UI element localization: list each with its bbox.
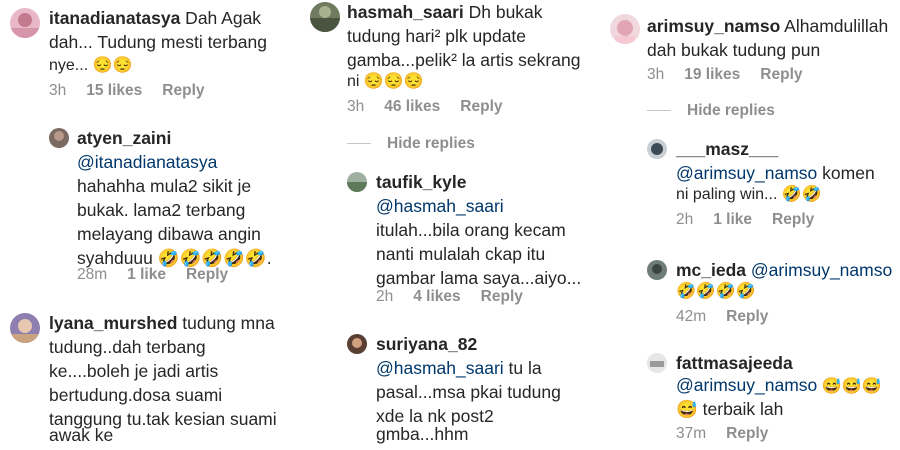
comment-text: arimsuy_namso Alhamdulillah <box>647 16 889 36</box>
timestamp: 28m <box>77 266 108 283</box>
likes-count[interactable]: 4 likes <box>413 288 460 305</box>
mention-link[interactable]: @itanadianatasya <box>77 150 217 175</box>
timestamp: 2h <box>376 288 394 305</box>
mention-link[interactable]: @hasmah_saari <box>376 358 504 378</box>
mention-link[interactable]: @arimsuy_namso <box>751 260 892 280</box>
username[interactable]: itanadianatasya <box>49 8 180 28</box>
comment-line: ni 😔😔😔 <box>347 73 424 90</box>
comment-line: 🤣🤣🤣🤣 <box>676 283 756 300</box>
comment-text: mc_ieda @arimsuy_namso <box>676 258 892 283</box>
timestamp: 3h <box>347 98 365 115</box>
timestamp: 2h <box>676 211 694 228</box>
avatar[interactable] <box>310 2 340 32</box>
comment-text: lyana_murshed tudung mna <box>49 313 275 333</box>
reply-button[interactable]: Reply <box>460 98 502 115</box>
avatar[interactable] <box>647 260 667 280</box>
reply-button[interactable]: Reply <box>186 266 228 283</box>
avatar[interactable] <box>10 8 40 38</box>
avatar[interactable] <box>610 14 640 44</box>
comment-line: melayang dibawa angin <box>77 224 261 244</box>
username[interactable]: ___masz___ <box>676 137 778 162</box>
comment-meta: 28m 1 like Reply <box>77 266 248 284</box>
username[interactable]: suriyana_82 <box>376 332 477 357</box>
comment-line: awak ke <box>49 425 114 445</box>
comment-meta: 3h 46 likes Reply <box>347 98 523 116</box>
timestamp: 3h <box>647 66 665 83</box>
comment-text: itanadianatasya Dah Agak <box>49 8 262 28</box>
timestamp: 3h <box>49 82 67 99</box>
mention-link[interactable]: @arimsuy_namso <box>676 375 817 395</box>
comment-line: bertudung.dosa suami <box>49 385 223 405</box>
avatar[interactable] <box>647 139 667 159</box>
username[interactable]: arimsuy_namso <box>647 16 780 36</box>
comment-line: dah bukak tudung pun <box>647 40 821 60</box>
comment-meta: 2h 1 like Reply <box>676 211 834 229</box>
comment-line: tudung hari² plk update <box>347 26 527 46</box>
username[interactable]: hasmah_saari <box>347 2 464 22</box>
timestamp: 42m <box>676 308 707 325</box>
likes-count[interactable]: 46 likes <box>384 98 440 115</box>
reply-button[interactable]: Reply <box>726 308 768 325</box>
comment-line: dah... Tudung mesti terbang <box>49 32 267 52</box>
reply-button[interactable]: Reply <box>772 211 814 228</box>
avatar[interactable] <box>49 128 69 148</box>
comment-line: bukak. lama2 terbang <box>77 200 246 220</box>
likes-count[interactable]: 1 like <box>127 266 166 283</box>
comment-line: tudung..dah terbang <box>49 337 206 357</box>
comment-meta: 3h 15 likes Reply <box>49 82 225 100</box>
comment-text: hasmah_saari Dh bukak <box>347 2 543 22</box>
username[interactable]: lyana_murshed <box>49 313 177 333</box>
comment-meta: 3h 19 likes Reply <box>647 66 823 84</box>
comment-line: gambar lama saya...aiyo... <box>376 268 582 288</box>
avatar[interactable] <box>10 313 40 343</box>
hide-replies-button[interactable]: Hide replies <box>347 135 475 153</box>
comment-line: pasal...msa pkai tudung <box>376 382 561 402</box>
mention-link[interactable]: @hasmah_saari <box>376 194 504 219</box>
comment-line: hahahha mula2 sikit je <box>77 176 252 196</box>
comment-line: 😅 terbaik lah <box>676 399 784 419</box>
reply-button[interactable]: Reply <box>760 66 802 83</box>
username[interactable]: fattmasajeeda <box>676 351 793 376</box>
username[interactable]: mc_ieda <box>676 260 746 280</box>
comment-itanadianatasya: itanadianatasya Dah Agak dah... Tudung m… <box>0 0 300 110</box>
mention-link[interactable]: @arimsuy_namso <box>676 163 817 183</box>
comment-line: gmba...hhm <box>376 424 469 444</box>
comment-meta: 37m Reply <box>676 425 788 443</box>
reply-button[interactable]: Reply <box>162 82 204 99</box>
comment-meta: 2h 4 likes Reply <box>376 288 543 306</box>
comment-line: ni paling win... 🤣🤣 <box>676 186 822 203</box>
comment-line: gamba...pelik² la artis sekrang <box>347 50 581 70</box>
avatar[interactable] <box>347 172 367 192</box>
reply-button[interactable]: Reply <box>481 288 523 305</box>
hide-replies-button[interactable]: Hide replies <box>647 102 775 120</box>
likes-count[interactable]: 1 like <box>713 211 752 228</box>
comment-line: itulah...bila orang kecam <box>376 220 566 240</box>
comment-line: nanti mulalah ckap itu <box>376 244 546 264</box>
avatar[interactable] <box>647 353 667 373</box>
likes-count[interactable]: 19 likes <box>684 66 740 83</box>
username[interactable]: taufik_kyle <box>376 170 466 195</box>
comment-text: @arimsuy_namso komen <box>676 163 875 183</box>
reply-button[interactable]: Reply <box>726 425 768 442</box>
likes-count[interactable]: 15 likes <box>86 82 142 99</box>
avatar[interactable] <box>347 334 367 354</box>
timestamp: 37m <box>676 425 707 442</box>
comment-line: nye... 😔😔 <box>49 57 133 74</box>
comment-text: @arimsuy_namso 😅😅😅 <box>676 375 882 395</box>
username[interactable]: atyen_zaini <box>77 126 171 151</box>
comment-meta: 42m Reply <box>676 308 788 326</box>
comment-text: @hasmah_saari tu la <box>376 358 542 378</box>
comment-line: ke....boleh je jadi artis <box>49 361 219 381</box>
